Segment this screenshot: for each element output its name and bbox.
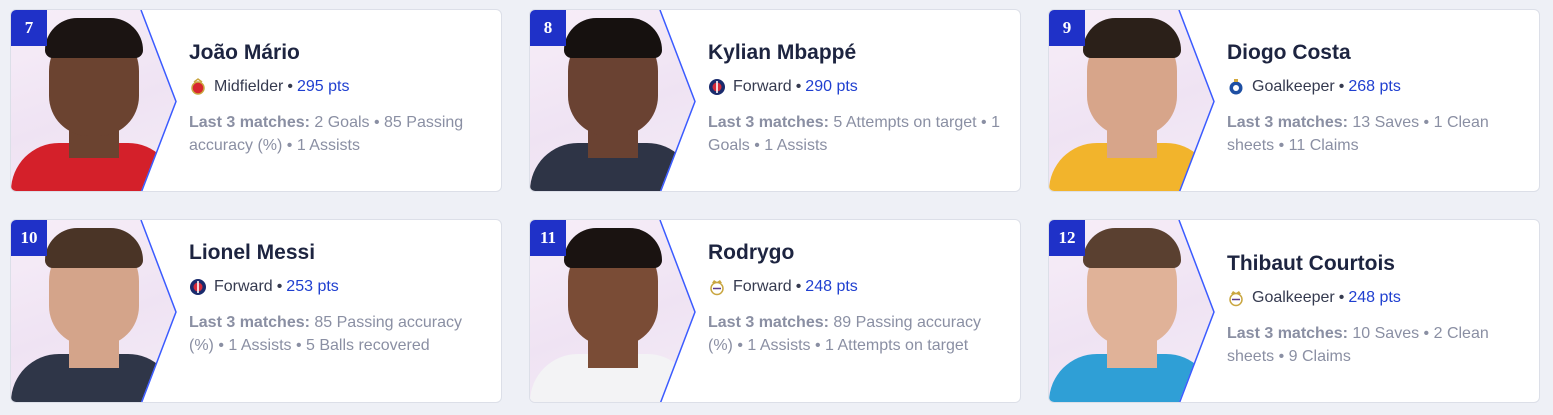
player-points: 290 pts <box>805 78 858 95</box>
player-meta: Midfielder • 295 pts <box>189 78 483 96</box>
benfica-crest-icon <box>191 78 205 95</box>
player-card[interactable]: 7 João Mário Midfielder • 295 pts Last 3… <box>10 9 502 192</box>
player-name[interactable]: Diogo Costa <box>1227 41 1521 65</box>
player-position: Forward <box>733 78 792 95</box>
player-name[interactable]: Rodrygo <box>708 241 1002 265</box>
player-points: 253 pts <box>286 278 339 295</box>
player-name[interactable]: Kylian Mbappé <box>708 41 1002 65</box>
player-name[interactable]: Lionel Messi <box>189 241 483 265</box>
rank-badge: 11 <box>530 220 566 256</box>
psg-crest-icon <box>190 279 206 295</box>
player-meta: Forward • 290 pts <box>708 78 1002 96</box>
stats-label: Last 3 matches: <box>1227 114 1348 131</box>
player-card[interactable]: 9 Diogo Costa Goalkeeper • 268 pts Last … <box>1048 9 1540 192</box>
player-points: 295 pts <box>296 78 350 95</box>
player-meta: Forward • 248 pts <box>708 278 1002 296</box>
player-info: Thibaut Courtois Goalkeeper • 248 pts La… <box>1227 252 1521 368</box>
player-points: 248 pts <box>1348 289 1401 306</box>
player-position: Goalkeeper <box>1252 289 1335 306</box>
player-position: Forward <box>733 278 792 295</box>
player-name[interactable]: João Mário <box>189 41 483 65</box>
player-points: 268 pts <box>1348 78 1401 95</box>
psg-crest-icon <box>709 79 725 95</box>
player-stats: Last 3 matches: 89 Passing accuracy (%) … <box>708 311 1002 357</box>
rank-badge: 8 <box>530 10 566 46</box>
player-card[interactable]: 8 Kylian Mbappé Forward • 290 pts Last 3… <box>529 9 1021 192</box>
stats-label: Last 3 matches: <box>189 114 310 131</box>
player-info: João Mário Midfielder • 295 pts Last 3 m… <box>189 41 483 157</box>
stats-label: Last 3 matches: <box>189 314 310 331</box>
player-stats: Last 3 matches: 2 Goals • 85 Passing acc… <box>189 111 483 157</box>
player-ranking-grid: 7 João Mário Midfielder • 295 pts Last 3… <box>0 0 1553 415</box>
player-info: Rodrygo Forward • 248 pts Last 3 matches… <box>708 241 1002 357</box>
player-info: Diogo Costa Goalkeeper • 268 pts Last 3 … <box>1227 41 1521 157</box>
player-position: Forward <box>214 278 273 295</box>
player-meta: Goalkeeper • 248 pts <box>1227 289 1521 307</box>
player-meta: Goalkeeper • 268 pts <box>1227 78 1521 96</box>
rank-badge: 9 <box>1049 10 1085 46</box>
stats-label: Last 3 matches: <box>708 314 829 331</box>
player-stats: Last 3 matches: 13 Saves • 1 Clean sheet… <box>1227 111 1521 157</box>
porto-crest-icon <box>1229 79 1243 95</box>
player-position: Goalkeeper <box>1252 78 1335 95</box>
real-madrid-crest-icon <box>1229 291 1243 307</box>
rank-badge: 10 <box>11 220 47 256</box>
player-stats: Last 3 matches: 85 Passing accuracy (%) … <box>189 311 483 357</box>
player-position: Midfielder <box>214 78 284 95</box>
player-stats: Last 3 matches: 10 Saves • 2 Clean sheet… <box>1227 322 1521 368</box>
player-card[interactable]: 11 Rodrygo Forward • 248 pts Last 3 matc… <box>529 219 1021 403</box>
stats-label: Last 3 matches: <box>708 114 829 131</box>
real-madrid-crest-icon <box>710 280 724 296</box>
stats-label: Last 3 matches: <box>1227 325 1348 342</box>
player-card[interactable]: 10 Lionel Messi Forward • 253 pts Last 3… <box>10 219 502 403</box>
player-stats: Last 3 matches: 5 Attempts on target • 1… <box>708 111 1002 157</box>
player-card[interactable]: 12 Thibaut Courtois Goalkeeper • 248 pts… <box>1048 219 1540 403</box>
rank-badge: 7 <box>11 10 47 46</box>
player-info: Kylian Mbappé Forward • 290 pts Last 3 m… <box>708 41 1002 157</box>
player-meta: Forward • 253 pts <box>189 278 483 296</box>
player-points: 248 pts <box>805 278 858 295</box>
player-info: Lionel Messi Forward • 253 pts Last 3 ma… <box>189 241 483 357</box>
rank-badge: 12 <box>1049 220 1085 256</box>
player-name[interactable]: Thibaut Courtois <box>1227 252 1521 276</box>
